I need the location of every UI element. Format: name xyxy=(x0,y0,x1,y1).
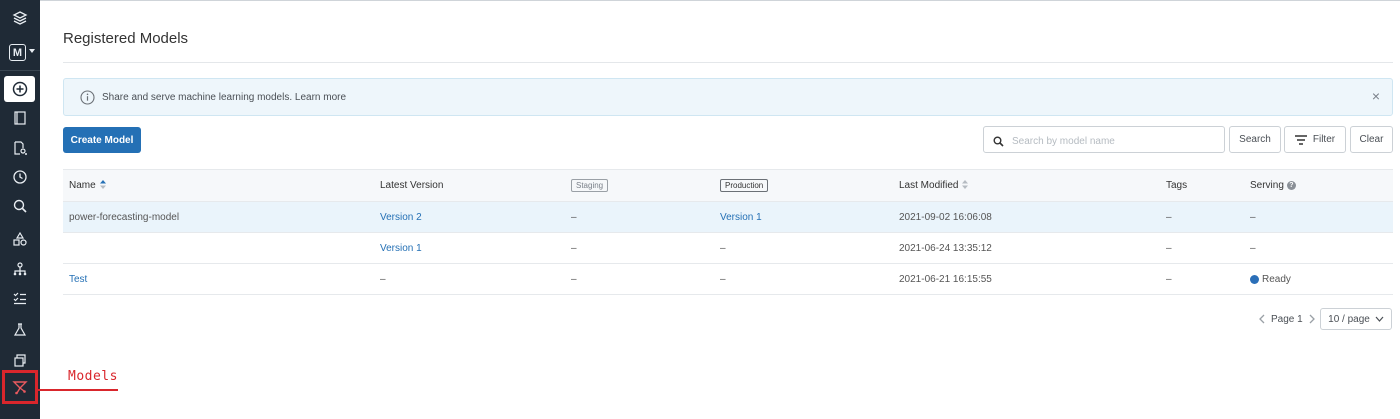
col-staging-header: Staging xyxy=(571,170,609,201)
workspace-switcher[interactable]: M xyxy=(9,44,26,61)
filter-icon xyxy=(1294,134,1307,145)
col-serving-label: Serving xyxy=(1250,180,1284,191)
title-divider xyxy=(63,62,1393,63)
sort-icon xyxy=(99,179,106,192)
filter-button[interactable]: Filter xyxy=(1284,126,1346,153)
stack-icon xyxy=(14,354,26,367)
sidebar-item-repos[interactable] xyxy=(0,134,40,162)
serving-value: – xyxy=(1250,211,1256,223)
search-icon xyxy=(993,134,1004,152)
models-callout-label: Models xyxy=(68,369,118,384)
page-size-select[interactable]: 10 / page xyxy=(1320,308,1392,330)
table-row[interactable]: Version 1 – – 2021-06-24 13:35:12 – – xyxy=(63,233,1393,264)
sidebar-item-search[interactable] xyxy=(0,192,40,220)
sidebar-item-jobs[interactable] xyxy=(0,284,40,312)
chevron-down-icon xyxy=(29,49,35,53)
staging-value: – xyxy=(571,273,577,285)
search-input[interactable] xyxy=(1010,131,1219,151)
col-serving-header: Serving ? xyxy=(1250,170,1296,201)
info-banner: Share and serve machine learning models.… xyxy=(63,78,1393,116)
tags-value: – xyxy=(1166,273,1172,285)
staging-value: – xyxy=(571,242,577,254)
col-latest-version-header: Latest Version xyxy=(380,180,444,191)
chevron-right-icon[interactable] xyxy=(1309,314,1315,324)
chevron-left-icon[interactable] xyxy=(1259,314,1265,324)
latest-version-value: – xyxy=(380,273,386,285)
serving-status-label: Ready xyxy=(1262,273,1291,285)
search-icon xyxy=(13,199,27,213)
sidebar-divider xyxy=(0,70,40,71)
sidebar-item-create[interactable] xyxy=(4,76,35,102)
production-badge: Production xyxy=(720,179,769,192)
models-table: Name Latest Version Staging Production L… xyxy=(63,169,1393,295)
sidebar-item-experiments[interactable] xyxy=(0,316,40,344)
data-icon xyxy=(13,231,27,246)
sidebar-item-data[interactable] xyxy=(0,225,40,253)
latest-version-link[interactable]: Version 2 xyxy=(380,202,422,232)
page-title: Registered Models xyxy=(63,30,189,47)
clock-icon xyxy=(13,170,27,184)
plus-circle-icon xyxy=(12,81,27,97)
repos-icon xyxy=(14,141,27,155)
col-production-header: Production xyxy=(720,170,769,201)
staging-value: – xyxy=(571,211,577,223)
table-row[interactable]: power-forecasting-model Version 2 – Vers… xyxy=(63,202,1393,233)
sidebar-item-models[interactable] xyxy=(2,370,38,404)
search-box xyxy=(983,126,1225,153)
col-name-header[interactable]: Name xyxy=(69,170,106,201)
sidebar-item-recents[interactable] xyxy=(0,163,40,191)
col-tags-header: Tags xyxy=(1166,180,1188,191)
col-name-label: Name xyxy=(69,180,96,191)
callout-line xyxy=(38,389,118,391)
last-modified-value: 2021-06-24 13:35:12 xyxy=(899,242,992,254)
cluster-icon xyxy=(13,262,27,276)
production-value: – xyxy=(720,242,726,254)
sidebar-item-clusters[interactable] xyxy=(0,255,40,283)
clear-button[interactable]: Clear xyxy=(1350,126,1393,153)
left-sidebar: M xyxy=(0,0,40,419)
table-row[interactable]: Test – – – 2021-06-21 16:15:55 – Ready xyxy=(63,264,1393,295)
jobs-icon xyxy=(13,292,26,305)
banner-text: Share and serve machine learning models.… xyxy=(102,92,347,103)
top-border xyxy=(40,0,1400,1)
last-modified-value: 2021-06-21 16:15:55 xyxy=(899,273,992,285)
tags-value: – xyxy=(1166,242,1172,254)
flask-icon xyxy=(13,323,27,336)
create-model-button[interactable]: Create Model xyxy=(63,127,141,153)
col-last-modified-header[interactable]: Last Modified xyxy=(899,170,969,201)
model-name-link[interactable]: Test xyxy=(69,264,87,294)
sort-icon xyxy=(962,179,969,192)
layers-logo-icon[interactable] xyxy=(0,4,40,32)
page-size-value: 10 / page xyxy=(1328,313,1370,325)
chevron-down-icon xyxy=(1375,316,1384,322)
col-modified-label: Last Modified xyxy=(899,180,959,191)
tags-value: – xyxy=(1166,211,1172,223)
staging-badge: Staging xyxy=(571,179,609,192)
page-indicator: Page 1 xyxy=(1271,313,1303,325)
production-value: – xyxy=(720,273,726,285)
table-header: Name Latest Version Staging Production L… xyxy=(63,169,1393,202)
search-button[interactable]: Search xyxy=(1229,126,1281,153)
filter-label: Filter xyxy=(1312,134,1336,145)
last-modified-value: 2021-09-02 16:06:08 xyxy=(899,211,992,223)
notebook-icon xyxy=(14,111,26,125)
sidebar-item-workspace[interactable] xyxy=(0,104,40,132)
models-icon xyxy=(12,381,28,395)
close-icon[interactable]: × xyxy=(1372,88,1380,104)
pagination: Page 1 xyxy=(1259,308,1315,330)
latest-version-link[interactable]: Version 1 xyxy=(380,233,422,263)
status-dot-icon xyxy=(1250,274,1259,284)
serving-value: – xyxy=(1250,242,1256,254)
production-version-link[interactable]: Version 1 xyxy=(720,202,762,232)
serving-status: Ready xyxy=(1250,264,1291,294)
help-icon[interactable]: ? xyxy=(1286,181,1296,190)
model-name[interactable]: power-forecasting-model xyxy=(69,202,179,232)
info-icon xyxy=(80,90,95,110)
